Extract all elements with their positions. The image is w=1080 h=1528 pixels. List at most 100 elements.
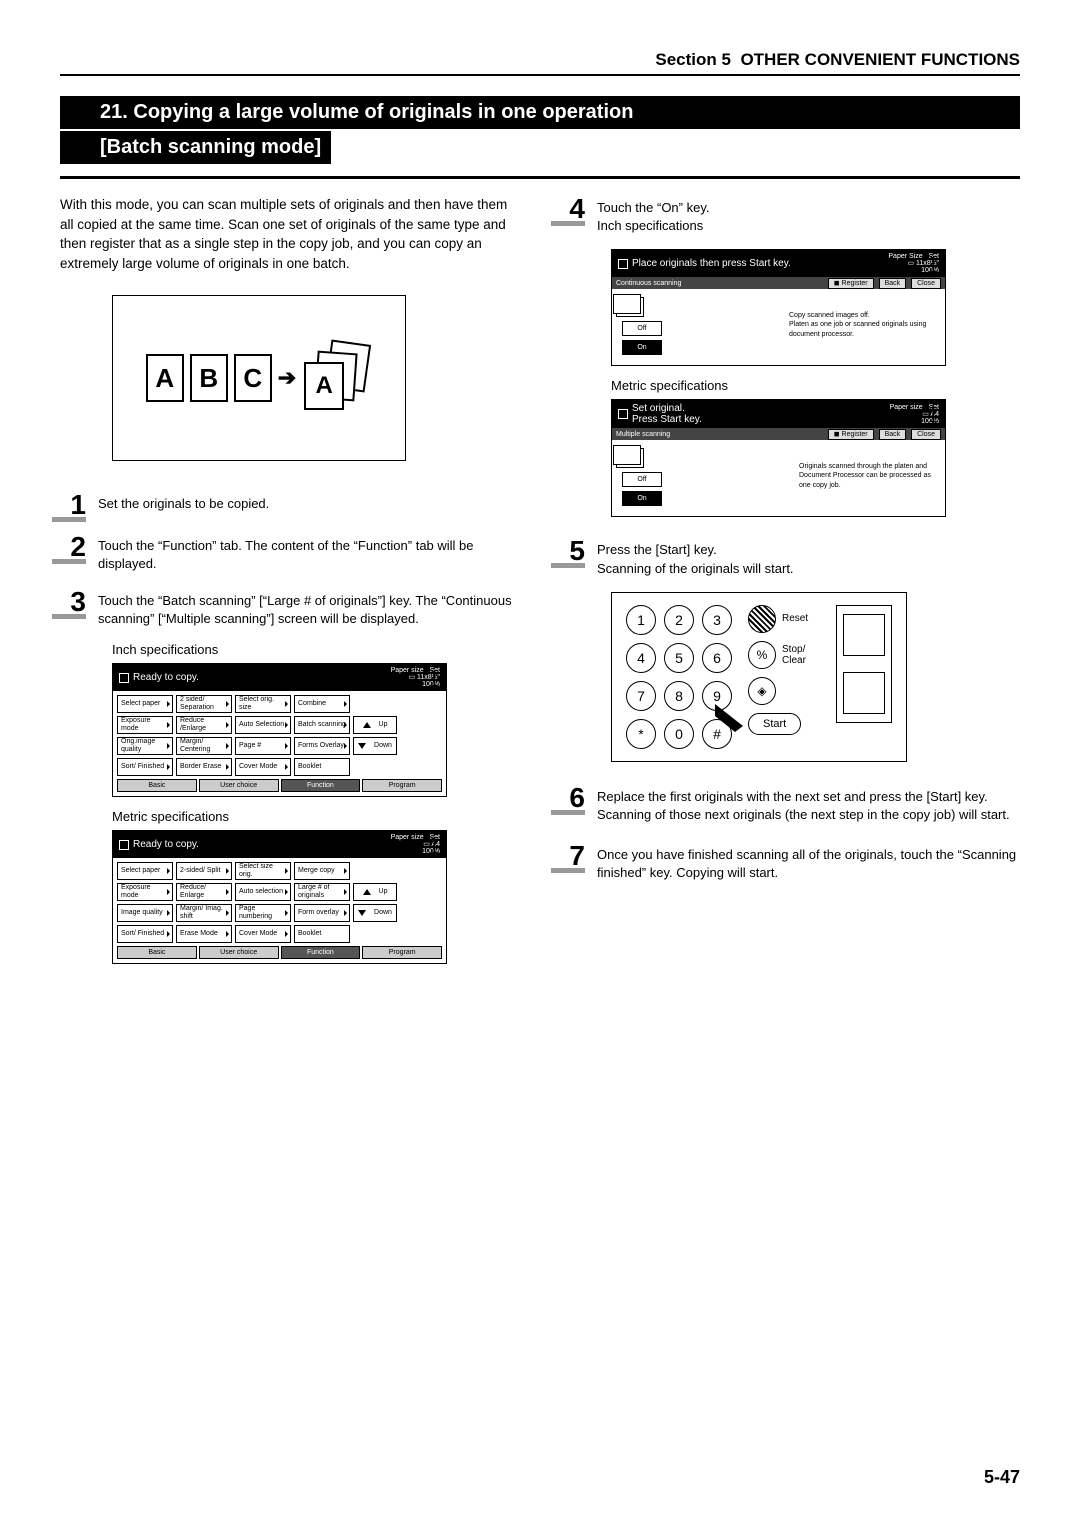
lcd-btn[interactable]: Select paper <box>117 695 173 713</box>
lcd-btn[interactable]: 2-sided/ Split <box>176 862 232 880</box>
lcd-count: 1 <box>428 833 440 860</box>
title-number: 21. <box>100 101 128 123</box>
lcd-up[interactable]: Up <box>353 883 397 901</box>
on-button[interactable]: On <box>622 491 662 506</box>
lcd-count: 1 <box>927 402 939 429</box>
lcd-tab-active[interactable]: Function <box>281 779 361 792</box>
step-num-5: 5 <box>559 537 585 565</box>
start-button[interactable]: Start <box>748 713 801 735</box>
lcd-register[interactable]: ◼ Register <box>828 278 874 289</box>
lcd-btn[interactable]: Margin/ Centering <box>176 737 232 755</box>
step-num-6: 6 <box>559 784 585 812</box>
lcd-metric-1: Ready to copy. Paper size Set ▭ A4 100% … <box>112 830 447 964</box>
caption-inch-1: Inch specifications <box>112 642 521 657</box>
lcd-btn[interactable]: Margin/ Imag. shift <box>176 904 232 922</box>
section-title: OTHER CONVENIENT FUNCTIONS <box>740 50 1020 69</box>
lcd-btn[interactable]: Batch scanning <box>294 716 350 734</box>
lcd-close[interactable]: Close <box>911 429 941 440</box>
lcd-title: Ready to copy. <box>133 839 199 850</box>
lcd-up[interactable]: Up <box>353 716 397 734</box>
key-5[interactable]: 5 <box>664 643 694 673</box>
lcd-tab[interactable]: Program <box>362 946 442 959</box>
lcd-btn[interactable]: Forms Overlay <box>294 737 350 755</box>
step-text-6: Replace the first originals with the nex… <box>597 784 1020 824</box>
lcd-btn[interactable]: Page # <box>235 737 291 755</box>
lcd-register[interactable]: ◼ Register <box>828 429 874 440</box>
step-text-3: Touch the “Batch scanning” [“Large # of … <box>98 588 521 628</box>
key-star[interactable]: * <box>626 719 656 749</box>
lcd-btn[interactable]: Sort/ Finished <box>117 758 173 776</box>
pages-icon <box>618 299 644 317</box>
stop-clear-icon[interactable]: % <box>748 641 776 669</box>
key-2[interactable]: 2 <box>664 605 694 635</box>
lcd-btn[interactable]: Reduce/ Enlarge <box>176 883 232 901</box>
lcd-back[interactable]: Back <box>879 429 907 440</box>
lcd-tab[interactable]: Basic <box>117 779 197 792</box>
lcd-paper-label: Paper size <box>391 667 424 674</box>
lcd-btn[interactable]: Booklet <box>294 925 350 943</box>
step-text-5: Press the [Start] key. Scanning of the o… <box>597 537 794 577</box>
lcd-btn[interactable]: Border Erase <box>176 758 232 776</box>
key-6[interactable]: 6 <box>702 643 732 673</box>
lcd-btn[interactable]: Exposure mode <box>117 883 173 901</box>
lcd-btn[interactable]: Merge copy <box>294 862 350 880</box>
lcd-down[interactable]: Down <box>353 737 397 755</box>
title-text: Copying a large volume of originals in o… <box>133 101 633 123</box>
lcd-head-2: Press Start key. <box>632 414 702 425</box>
page-subtitle: [Batch scanning mode] <box>60 131 331 164</box>
lcd-btn[interactable]: Orig.image quality <box>117 737 173 755</box>
lcd-btn[interactable]: Image quality <box>117 904 173 922</box>
caption-metric-1: Metric specifications <box>112 809 521 824</box>
off-button[interactable]: Off <box>622 472 662 487</box>
lcd-btn[interactable]: Combine <box>294 695 350 713</box>
lcd-btn[interactable]: Page numbering <box>235 904 291 922</box>
key-1[interactable]: 1 <box>626 605 656 635</box>
lcd-btn[interactable]: Auto Selection <box>235 716 291 734</box>
lcd-btn[interactable]: Large # of originals <box>294 883 350 901</box>
step-text-7: Once you have finished scanning all of t… <box>597 842 1020 882</box>
section-num: Section 5 <box>655 50 731 69</box>
lcd-tab[interactable]: Program <box>362 779 442 792</box>
page-title-block: 21. Copying a large volume of originals … <box>60 96 1020 164</box>
lcd-desc: Copy scanned images off. Platen as one j… <box>789 311 939 338</box>
lcd-btn[interactable]: 2 sided/ Separation <box>176 695 232 713</box>
key-7[interactable]: 7 <box>626 681 656 711</box>
diamond-icon[interactable]: ◈ <box>748 677 776 705</box>
keypad-panel: 1 2 3 4 5 6 7 8 9 * 0 # Reset %Stop/Clea… <box>611 592 907 762</box>
lcd-btn[interactable]: Auto selection <box>235 883 291 901</box>
lcd-tab-active[interactable]: Function <box>281 946 361 959</box>
box-c: C <box>234 354 272 402</box>
key-0[interactable]: 0 <box>664 719 694 749</box>
lcd-tab[interactable]: User choice <box>199 946 279 959</box>
lcd-btn[interactable]: Cover Mode <box>235 925 291 943</box>
lcd-btn[interactable]: Select orig. size <box>235 695 291 713</box>
on-button[interactable]: On <box>622 340 662 355</box>
step-num-7: 7 <box>559 842 585 870</box>
lcd-tab[interactable]: Basic <box>117 946 197 959</box>
lcd-btn[interactable]: Sort/ Finished <box>117 925 173 943</box>
lcd-btn[interactable]: Select paper <box>117 862 173 880</box>
reset-icon[interactable] <box>748 605 776 633</box>
clear-label: Clear <box>782 655 806 666</box>
lcd-icon <box>618 409 628 419</box>
lcd-icon <box>618 259 628 269</box>
step-num-4: 4 <box>559 195 585 223</box>
key-4[interactable]: 4 <box>626 643 656 673</box>
lcd-btn[interactable]: Reduce /Enlarge <box>176 716 232 734</box>
key-8[interactable]: 8 <box>664 681 694 711</box>
key-3[interactable]: 3 <box>702 605 732 635</box>
step-text-1: Set the originals to be copied. <box>98 491 269 513</box>
pages-icon <box>618 450 644 468</box>
lcd-down[interactable]: Down <box>353 904 397 922</box>
arrow-right-icon: ➔ <box>278 365 296 391</box>
lcd-btn[interactable]: Booklet <box>294 758 350 776</box>
lcd-back[interactable]: Back <box>879 278 907 289</box>
lcd-btn[interactable]: Form overlay <box>294 904 350 922</box>
lcd-close[interactable]: Close <box>911 278 941 289</box>
lcd-tab[interactable]: User choice <box>199 779 279 792</box>
lcd-btn[interactable]: Select size orig. <box>235 862 291 880</box>
lcd-btn[interactable]: Erase Mode <box>176 925 232 943</box>
off-button[interactable]: Off <box>622 321 662 336</box>
lcd-btn[interactable]: Cover Mode <box>235 758 291 776</box>
lcd-btn[interactable]: Exposure mode <box>117 716 173 734</box>
